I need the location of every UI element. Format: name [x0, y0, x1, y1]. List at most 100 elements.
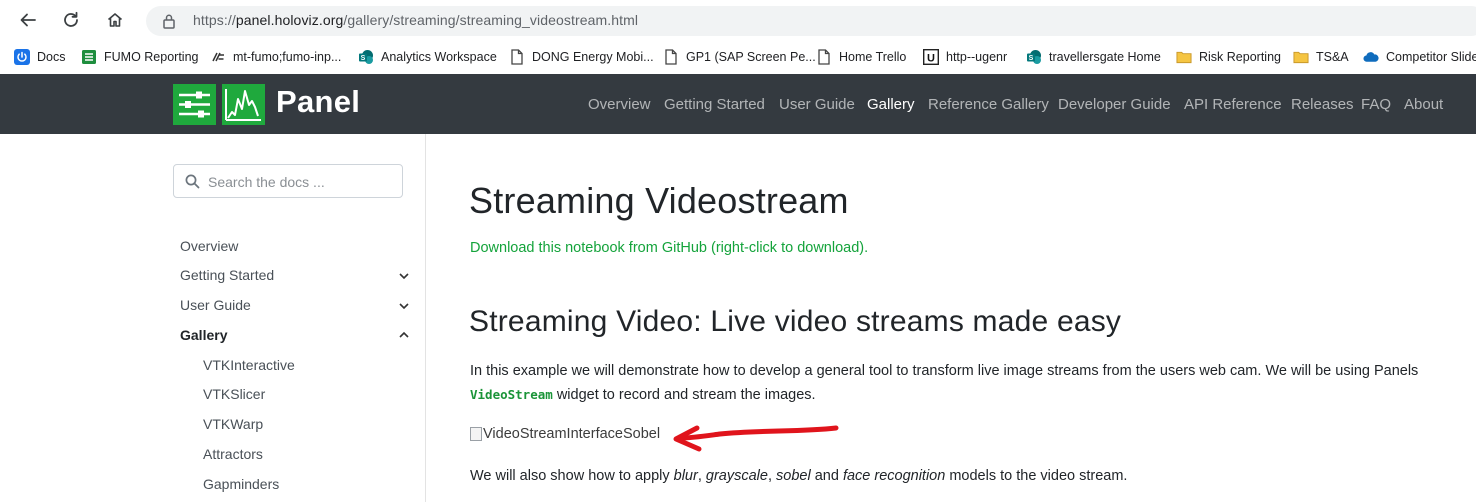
sheet-icon: [81, 49, 97, 65]
models-text-end: models to the video stream.: [945, 468, 1128, 484]
sidebar-item-vtkslicer[interactable]: VTKSlicer: [203, 386, 265, 402]
url-text[interactable]: https://panel.holoviz.org/gallery/stream…: [193, 12, 638, 28]
chevron-down-icon[interactable]: [398, 270, 410, 282]
sharepoint-icon: S: [358, 49, 374, 65]
search-placeholder: Search the docs ...: [208, 174, 325, 190]
sidebar-item-getting-started[interactable]: Getting Started: [180, 267, 274, 283]
term-grayscale: grayscale: [705, 468, 768, 484]
svg-text:S: S: [1029, 55, 1034, 62]
intro-text-end: widget to record and stream the images.: [552, 387, 816, 403]
reload-icon[interactable]: [59, 8, 83, 32]
bookmark-label: mt-fumo;fumo-inp...: [233, 50, 342, 64]
sidebar-item-overview[interactable]: Overview: [180, 238, 238, 254]
nav-overview[interactable]: Overview: [588, 96, 651, 113]
nav-faq[interactable]: FAQ: [1361, 96, 1391, 113]
bookmark-label: TS&A: [1316, 50, 1349, 64]
bookmark-analytics-workspace[interactable]: S Analytics Workspace: [358, 48, 497, 66]
search-icon: [185, 174, 200, 194]
broken-image-icon: [470, 427, 482, 441]
url-scheme: https://: [193, 12, 236, 28]
sidebar-item-vtkwarp[interactable]: VTKWarp: [203, 416, 263, 432]
page-icon: [663, 49, 679, 65]
bookmark-docs[interactable]: Docs: [14, 48, 65, 66]
folder-icon: [1293, 49, 1309, 65]
svg-text:U: U: [927, 52, 935, 64]
bookmarks-bar: Docs FUMO Reporting mt-fumo;fumo-inp... …: [0, 40, 1476, 74]
term-sobel: sobel: [776, 468, 811, 484]
models-paragraph: We will also show how to apply blur, gra…: [470, 468, 1127, 484]
url-host: panel.holoviz.org: [235, 12, 344, 28]
page-icon: [816, 49, 832, 65]
bookmark-home-trello[interactable]: Home Trello: [816, 48, 906, 66]
brand-name[interactable]: Panel: [276, 84, 360, 120]
broken-image: VideoStreamInterfaceSobel: [470, 426, 660, 442]
bookmark-label: http--ugenr: [946, 50, 1008, 64]
separator: ,: [767, 468, 777, 484]
separator: ,: [697, 468, 706, 484]
nav-releases[interactable]: Releases: [1291, 96, 1354, 113]
download-notebook-link[interactable]: Download this notebook from GitHub (righ…: [470, 240, 868, 256]
chevron-up-icon[interactable]: [398, 329, 410, 341]
u-icon: U: [923, 49, 939, 65]
bookmark-travellersgate[interactable]: S travellersgate Home: [1026, 48, 1161, 66]
image-alt-text: VideoStreamInterfaceSobel: [483, 426, 661, 442]
bookmark-label: Competitor Slide: [1386, 50, 1476, 64]
bookmark-label: travellersgate Home: [1049, 50, 1161, 64]
bookmark-mt-fumo[interactable]: mt-fumo;fumo-inp...: [210, 48, 341, 66]
bookmark-label: DONG Energy Mobi...: [532, 50, 654, 64]
power-icon: [14, 49, 30, 65]
cloud-icon: [1363, 49, 1379, 65]
bookmark-fumo-reporting[interactable]: FUMO Reporting: [81, 48, 198, 66]
sidebar-item-gapminders[interactable]: Gapminders: [203, 476, 279, 492]
address-bar[interactable]: https://panel.holoviz.org/gallery/stream…: [146, 6, 1476, 36]
sharepoint-icon: S: [1026, 49, 1042, 65]
site-navbar: Panel Overview Getting Started User Guid…: [0, 74, 1476, 134]
sidebar-item-user-guide[interactable]: User Guide: [180, 297, 251, 313]
bookmark-label: Analytics Workspace: [381, 50, 497, 64]
home-icon[interactable]: [103, 8, 127, 32]
bookmark-http-ugenr[interactable]: U http--ugenr: [923, 48, 1007, 66]
intro-text: In this example we will demonstrate how …: [470, 363, 1419, 379]
inline-code: VideoStream: [470, 387, 553, 402]
back-arrow-icon[interactable]: [16, 8, 40, 32]
sidebar-item-vtkinteractive[interactable]: VTKInteractive: [203, 357, 295, 373]
url-path: /gallery/streaming/streaming_videostream…: [343, 12, 639, 28]
nav-user-guide[interactable]: User Guide: [779, 96, 855, 113]
bookmark-gp1-sap[interactable]: GP1 (SAP Screen Pe...: [663, 48, 816, 66]
separator: and: [810, 468, 843, 484]
term-face-recognition: face recognition: [842, 468, 946, 484]
bookmark-dong-energy[interactable]: DONG Energy Mobi...: [509, 48, 654, 66]
sidebar-item-attractors[interactable]: Attractors: [203, 446, 263, 462]
models-text: We will also show how to apply: [470, 468, 674, 484]
nav-getting-started[interactable]: Getting Started: [664, 96, 765, 113]
term-blur: blur: [673, 468, 698, 484]
bookmark-label: Risk Reporting: [1199, 50, 1281, 64]
link-icon: [210, 49, 226, 65]
nav-reference-gallery[interactable]: Reference Gallery: [928, 96, 1049, 113]
page-icon: [509, 49, 525, 65]
svg-text:S: S: [361, 55, 366, 62]
page-title: Streaming Videostream: [469, 180, 849, 221]
section-heading: Streaming Video: Live video streams made…: [469, 305, 1122, 338]
panel-chart-logo-icon[interactable]: [222, 84, 265, 125]
search-input[interactable]: Search the docs ...: [173, 164, 403, 198]
nav-api-reference[interactable]: API Reference: [1184, 96, 1282, 113]
nav-developer-guide[interactable]: Developer Guide: [1058, 96, 1171, 113]
chevron-down-icon[interactable]: [398, 300, 410, 312]
lock-icon[interactable]: [162, 13, 176, 34]
bookmark-label: Home Trello: [839, 50, 907, 64]
nav-gallery[interactable]: Gallery: [867, 96, 915, 113]
sidebar-item-gallery[interactable]: Gallery: [180, 327, 227, 343]
intro-paragraph: In this example we will demonstrate how …: [470, 359, 1470, 407]
docs-sidebar: Search the docs ... Overview Getting Sta…: [0, 134, 426, 502]
bookmark-tsa[interactable]: TS&A: [1293, 48, 1349, 66]
folder-icon: [1176, 49, 1192, 65]
bookmark-label: GP1 (SAP Screen Pe...: [686, 50, 816, 64]
nav-about[interactable]: About: [1404, 96, 1443, 113]
browser-toolbar: https://panel.holoviz.org/gallery/stream…: [0, 0, 1476, 41]
bookmark-label: FUMO Reporting: [104, 50, 199, 64]
panel-sliders-logo-icon[interactable]: [173, 84, 216, 125]
bookmark-risk-reporting[interactable]: Risk Reporting: [1176, 48, 1281, 66]
bookmark-label: Docs: [37, 50, 66, 64]
bookmark-competitor-slide[interactable]: Competitor Slide: [1363, 48, 1476, 66]
